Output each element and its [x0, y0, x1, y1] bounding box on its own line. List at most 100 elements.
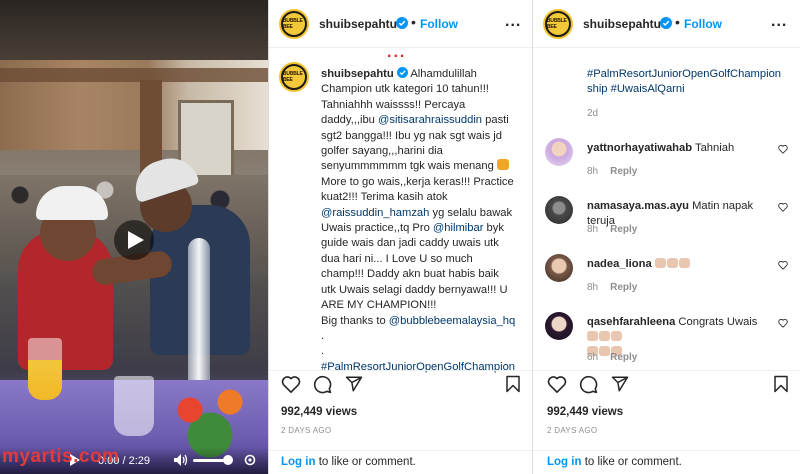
video-frame-juice-glass [28, 338, 62, 400]
volume-icon[interactable] [174, 454, 188, 466]
bookmark-icon[interactable] [773, 375, 789, 393]
heart-icon[interactable] [778, 144, 788, 154]
comment-username[interactable]: yattnorhayatiwahab [587, 142, 692, 154]
video-player[interactable]: 0:00 / 2:29 myartis.com [0, 0, 268, 474]
caption-line: shuibsepahtu Alhamdulillah [321, 67, 527, 82]
clap-emoji-icon [666, 258, 678, 268]
avatar[interactable]: BUBBLE BEE [279, 9, 309, 39]
settings-icon[interactable] [243, 453, 257, 467]
avatar[interactable]: BUBBLE BEE [279, 62, 309, 92]
follow-button[interactable]: Follow [684, 17, 722, 31]
post-timestamp[interactable]: 2 DAYS AGO [547, 426, 597, 435]
share-icon[interactable] [611, 375, 629, 393]
avatar[interactable] [545, 254, 573, 282]
emoji-icon [496, 159, 509, 171]
mention-link[interactable]: @hilmibar [433, 222, 484, 234]
post-username[interactable]: shuibsepahtu [319, 17, 397, 31]
reply-button[interactable]: Reply [610, 224, 637, 235]
avatar-logo-text: BUBBLE BEE [547, 18, 567, 30]
mention-link[interactable]: @raissuddin_hamzah [321, 207, 429, 219]
login-prompt-text: to like or comment. [581, 456, 682, 468]
view-count[interactable]: 992,449 views [547, 406, 623, 418]
login-prompt: Log in to like or comment. [547, 456, 682, 468]
avatar[interactable] [545, 138, 573, 166]
post-timestamp[interactable]: 2 DAYS AGO [281, 426, 331, 435]
comment-age[interactable]: 8h [587, 166, 598, 177]
clap-emoji-icon [611, 331, 622, 341]
comment-username[interactable]: nadea_liona [587, 258, 652, 270]
heart-icon[interactable] [281, 375, 301, 393]
avatar-logo: BUBBLE BEE [283, 13, 305, 35]
login-prompt: Log in to like or comment. [281, 456, 416, 468]
post-caption: shuibsepahtu Alhamdulillah Champion utk … [321, 67, 527, 375]
bookmark-icon[interactable] [505, 375, 521, 393]
caption-text: daddy,,,ibu [321, 114, 379, 127]
comment-icon[interactable] [313, 375, 332, 394]
comment-username[interactable]: qasehfarahleena [587, 316, 675, 328]
follow-button[interactable]: Follow [420, 17, 458, 31]
heart-icon[interactable] [547, 375, 567, 393]
post-panel-left: BUBBLE BEE shuibsepahtu • Follow ... ...… [268, 0, 532, 474]
caption-line: . [321, 345, 325, 358]
caption-age[interactable]: 2d [587, 108, 598, 119]
caption-line: sgt2 bangga!!! Ibu yg nak sgt wais jd [321, 129, 502, 142]
avatar[interactable]: BUBBLE BEE [543, 9, 573, 39]
comment-text: Congrats Uwais [678, 316, 758, 328]
heart-icon[interactable] [778, 202, 788, 212]
play-overlay-button[interactable] [114, 220, 154, 260]
reply-button[interactable]: Reply [610, 352, 637, 363]
login-link[interactable]: Log in [547, 456, 582, 468]
avatar[interactable] [545, 312, 573, 340]
caption-line: daddy,,,ibu @sitisarahraissuddin pasti [321, 113, 527, 128]
caption-text: Big thanks to [321, 314, 389, 327]
avatar-logo: BUBBLE BEE [283, 66, 305, 88]
duration: 2:29 [128, 455, 151, 467]
action-bar [533, 370, 800, 400]
caption-line: kuat2!!! Terima kasih atok [321, 191, 448, 204]
caption-text: yg selalu bawak [429, 206, 513, 219]
heart-icon[interactable] [778, 260, 788, 270]
more-icon[interactable]: ... [505, 13, 521, 31]
more-icon[interactable]: ... [771, 13, 787, 31]
verified-icon [396, 17, 408, 29]
caption-line: Uwais practice,,tq Pro @hilmibar byk [321, 221, 527, 236]
share-icon[interactable] [345, 375, 363, 393]
caption-username[interactable]: shuibsepahtu [321, 68, 394, 80]
red-dots-decoration: ... [387, 44, 407, 61]
heart-icon[interactable] [778, 318, 788, 328]
video-frame-trophy [188, 238, 210, 388]
comment-body: nadea_liona [587, 257, 767, 272]
post-username[interactable]: shuibsepahtu [583, 17, 661, 31]
video-frame-ceiling [0, 0, 268, 60]
comment-meta: 8h Reply [587, 166, 637, 177]
comment-icon[interactable] [579, 375, 598, 394]
reply-button[interactable]: Reply [610, 166, 637, 177]
volume-slider-thumb[interactable] [223, 455, 233, 465]
login-link[interactable]: Log in [281, 456, 316, 468]
avatar[interactable] [545, 196, 573, 224]
comment-meta: 6h Reply [587, 352, 637, 363]
mention-link[interactable]: @sitisarahraissuddin [378, 114, 482, 126]
comment-age[interactable]: 6h [587, 352, 598, 363]
header-dot-separator: • [411, 14, 416, 30]
mention-link[interactable]: @bubblebeemalaysia_hq [389, 315, 515, 327]
caption-text: senyummmmmm tgk wais menang [321, 160, 497, 173]
caption-text: pasti [482, 114, 509, 127]
comment-age[interactable]: 8h [587, 224, 598, 235]
caption-text: Uwais practice,,tq Pro [321, 222, 433, 235]
hashtag-link[interactable]: #PalmResortJuniorOpenGolfChampion ship #… [587, 67, 787, 98]
view-count[interactable]: 992,449 views [281, 406, 357, 418]
post-header: BUBBLE BEE shuibsepahtu • Follow ... [533, 0, 800, 48]
caption-line: ARE MY CHAMPION!!! [321, 299, 437, 312]
caption-line: . [321, 329, 325, 342]
header-dot-separator: • [675, 14, 680, 30]
caption-line: Big thanks to @bubblebeemalaysia_hq [321, 314, 527, 329]
caption-line: champ!!! Daddy akn buat habis baik [321, 268, 499, 281]
comment-age[interactable]: 8h [587, 282, 598, 293]
play-icon [127, 231, 144, 249]
comment-text: Tahniah [694, 142, 735, 154]
reply-button[interactable]: Reply [610, 282, 637, 293]
comment-username[interactable]: namasaya.mas.ayu [587, 200, 689, 212]
verified-icon [396, 67, 408, 78]
clap-emoji-icon [587, 331, 598, 341]
